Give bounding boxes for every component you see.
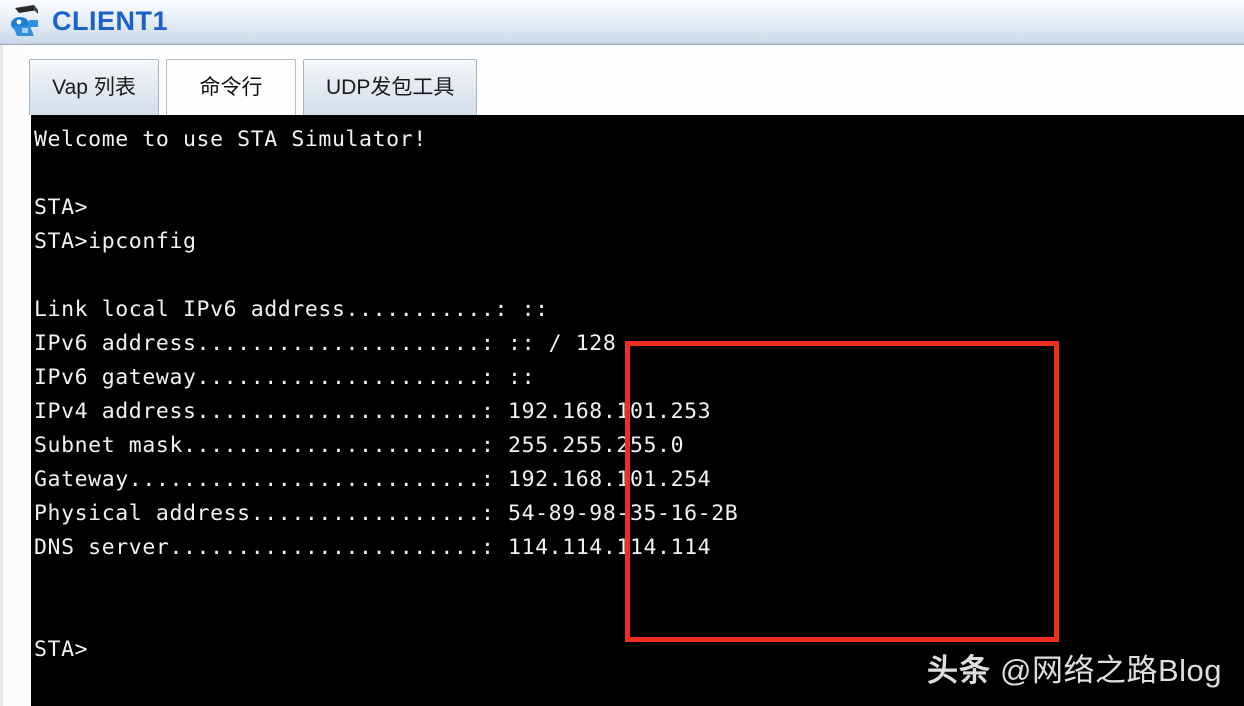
- terminal-line: STA>ipconfig: [34, 229, 197, 254]
- tab-vap-list-label: Vap 列表: [52, 76, 136, 99]
- terminal-line: Subnet mask......................: 255.2…: [34, 433, 685, 458]
- client-device-icon: [8, 4, 48, 40]
- terminal-line: IPv6 gateway.....................: ::: [34, 365, 536, 390]
- window-body: Vap 列表 命令行 UDP发包工具 Welcome to use STA Si…: [0, 45, 1244, 706]
- terminal-line: Welcome to use STA Simulator!: [34, 127, 427, 152]
- terminal-line: IPv6 address.....................: :: / …: [34, 331, 617, 356]
- terminal-line: DNS server.......................: 114.1…: [34, 535, 712, 560]
- window-inner-panel: Vap 列表 命令行 UDP发包工具 Welcome to use STA Si…: [25, 45, 1244, 706]
- window-title: CLIENT1: [52, 5, 169, 36]
- terminal-line: STA>: [34, 195, 89, 220]
- terminal-line: IPv4 address.....................: 192.1…: [34, 399, 712, 424]
- title-bar: CLIENT1: [0, 0, 1244, 45]
- terminal-line: Link local IPv6 address...........: ::: [34, 297, 549, 322]
- watermark-handle: @网络之路Blog: [999, 653, 1222, 688]
- terminal-line: Physical address.................: 54-89…: [34, 501, 739, 526]
- watermark: 头条 @网络之路Blog: [927, 645, 1222, 690]
- tab-command-line[interactable]: 命令行: [166, 59, 296, 115]
- tab-vap-list[interactable]: Vap 列表: [29, 59, 159, 115]
- terminal-output[interactable]: Welcome to use STA Simulator! STA> STA>i…: [31, 115, 1244, 706]
- terminal-line: Gateway..........................: 192.1…: [34, 467, 712, 492]
- tab-udp-tool[interactable]: UDP发包工具: [303, 59, 478, 115]
- tab-command-line-label: 命令行: [199, 76, 263, 99]
- application-window: CLIENT1 Vap 列表 命令行 UDP发包工具 Welcome to us…: [0, 0, 1244, 706]
- tab-udp-tool-label: UDP发包工具: [326, 76, 455, 99]
- tab-strip: Vap 列表 命令行 UDP发包工具: [29, 59, 478, 115]
- watermark-brand: 头条: [926, 653, 991, 688]
